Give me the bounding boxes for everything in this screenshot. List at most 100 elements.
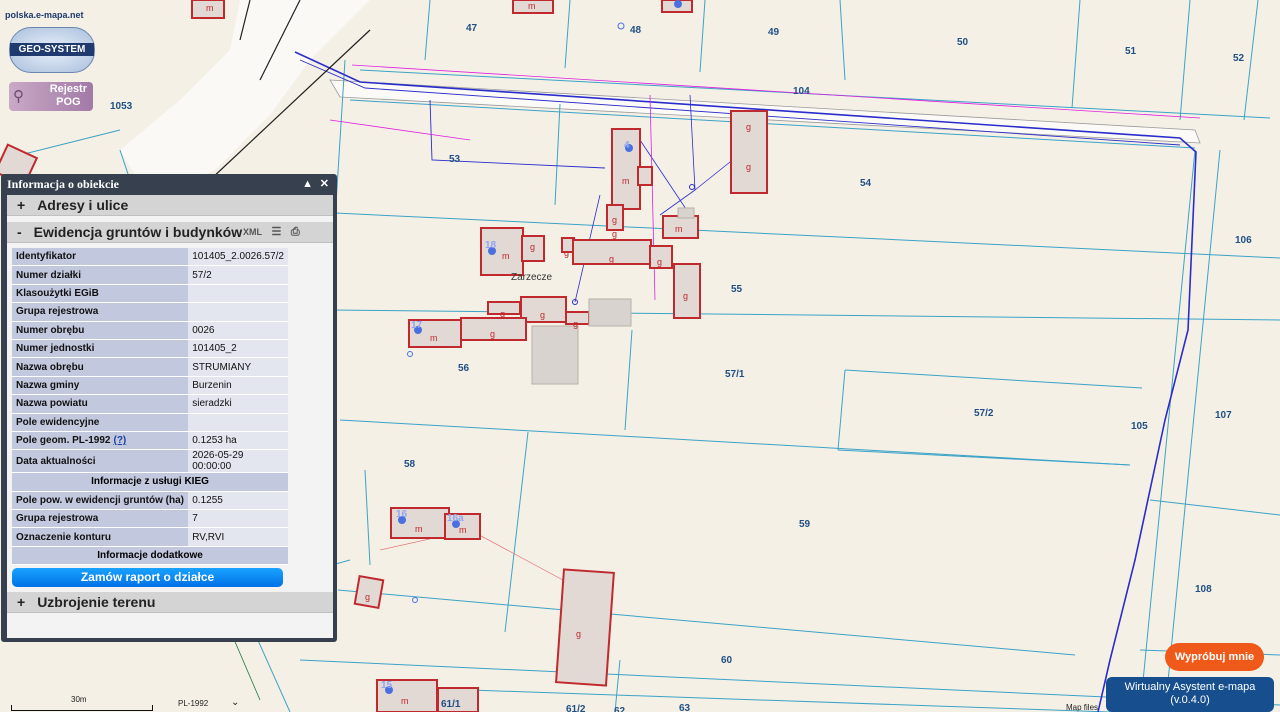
attribute-key: Numer działki: [12, 265, 189, 285]
attribute-key: Pole geom. PL-1992 (?): [12, 431, 189, 451]
panel-header: Informacja o obiekcie ▲ ✕: [7, 177, 331, 194]
parcel-label: 60: [721, 655, 733, 666]
attribute-key: Nazwa gminy: [12, 376, 189, 396]
parcel-label: 107: [1215, 410, 1232, 421]
try-me-button[interactable]: Wypróbuj mnie: [1165, 643, 1264, 671]
section-land-registry[interactable]: - Ewidencja gruntów i budynków XML ☰ ⎙: [7, 222, 333, 243]
attribute-key-text: Data aktualności: [16, 455, 96, 467]
building-type-label: g: [573, 319, 578, 329]
building-type-label: g: [746, 122, 751, 132]
attribute-key: Grupa rejestrowa: [12, 302, 189, 322]
address-number: 17: [411, 320, 423, 331]
table-row: Nazwa gminy Burzenin: [12, 376, 288, 396]
parcel-label: 105: [1131, 421, 1148, 432]
attribute-key-text: Pole geom. PL-1992: [16, 435, 111, 447]
point-symbol: [412, 597, 418, 603]
building-type-label: m: [528, 1, 536, 11]
attribute-value: [188, 413, 288, 432]
parcel-label: 57/2: [974, 408, 994, 419]
address-number: 16: [396, 509, 408, 520]
building-type-label: m: [675, 224, 683, 234]
assistant-version: (v.0.4.0): [1170, 694, 1210, 706]
building-type-label: m: [622, 176, 630, 186]
attribute-value: Burzenin: [188, 376, 288, 396]
parcel-label: 53: [449, 154, 461, 165]
attribute-key-text: Nazwa gminy: [16, 379, 80, 391]
building-type-label: g: [683, 291, 688, 301]
building-type-label: g: [657, 257, 662, 267]
attribute-key-text: Pole pow. w ewidencji gruntów (ha): [16, 494, 184, 506]
parcel-label: 63: [679, 703, 691, 712]
print-icon[interactable]: ⎙: [291, 226, 300, 238]
parcel-label: 56: [458, 363, 470, 374]
expand-icon: +: [17, 594, 26, 611]
attribute-key: Oznaczenie konturu: [12, 527, 189, 547]
attribute-value: 101405_2: [188, 339, 288, 359]
site-url: polska.e-mapa.net: [5, 10, 84, 20]
panel-title: Informacja o obiekcie: [7, 177, 119, 191]
crs-label: PL-1992: [178, 699, 209, 708]
logo-area: polska.e-mapa.net GEO-SYSTEM ⚲ Rejestr PO…: [0, 0, 98, 112]
table-row: Pole ewidencyjne: [12, 413, 288, 432]
parcel-label: 104: [793, 86, 810, 97]
attribute-key-text: Klasoużytki EGiB: [16, 287, 99, 299]
attribute-value: STRUMIANY: [188, 357, 288, 377]
attribute-key: Grupa rejestrowa: [12, 509, 189, 529]
order-report-button[interactable]: Zamów raport o działce: [12, 568, 283, 588]
scale-label: 30m: [71, 695, 87, 704]
section-addresses[interactable]: + Adresy i ulice: [7, 195, 333, 216]
brand-name: GEO-SYSTEM: [10, 43, 94, 56]
parcel-label: 47: [466, 23, 478, 34]
parcel-label: 61/2: [566, 704, 586, 712]
attribute-key-text: Identyfikator: [16, 251, 77, 263]
parcel-label: 59: [799, 519, 811, 530]
building-type-label: g: [490, 329, 495, 339]
pog-label: POG: [56, 96, 81, 108]
building-type-label: m: [502, 251, 510, 261]
parcel-label: 52: [1233, 53, 1245, 64]
attribute-value: 0.1253 ha: [188, 431, 288, 451]
map-files-link[interactable]: Map files: [1066, 703, 1098, 712]
parcel-label: 49: [768, 27, 780, 38]
address-number: 4: [624, 140, 630, 151]
table-row: Oznaczenie konturu RV,RVI: [12, 527, 288, 547]
rejestr-pog-button[interactable]: ⚲ Rejestr POG: [9, 82, 93, 111]
crs-dropdown[interactable]: ⌄: [231, 697, 239, 708]
help-link[interactable]: (?): [113, 435, 126, 446]
assistant-title: Wirtualny Asystent e-mapa: [1124, 681, 1256, 693]
parcel-label: 55: [731, 284, 743, 295]
attribute-key-text: Grupa rejestrowa: [16, 513, 99, 525]
xml-export-icon[interactable]: XML: [243, 227, 262, 237]
table-row: Klasoużytki EGiB: [12, 284, 288, 304]
geo-system-logo[interactable]: GEO-SYSTEM: [9, 27, 95, 73]
address-point-marker[interactable]: [674, 0, 682, 8]
table-row: Numer obrębu 0026: [12, 321, 288, 340]
attribute-value: RV,RVI: [188, 527, 288, 547]
parcel-label: 51: [1125, 46, 1137, 57]
point-symbol: [617, 22, 625, 30]
virtual-assistant-button[interactable]: Wirtualny Asystent e-mapa (v.0.4.0): [1106, 677, 1274, 712]
parcel-label: 106: [1235, 235, 1252, 246]
attribute-key: Identyfikator: [12, 248, 189, 267]
parcel-label: 48: [630, 25, 642, 36]
building-type-label: g: [746, 162, 751, 172]
table-row: Identyfikator 101405_2.0026.57/2: [12, 248, 288, 267]
table-row: Numer jednostki 101405_2: [12, 339, 288, 359]
attribute-value: [188, 284, 288, 304]
attribute-value: [188, 302, 288, 322]
table-header-row: Informacje z usługi KIEG: [12, 472, 288, 492]
section-utilities[interactable]: + Uzbrojenie terenu: [7, 592, 333, 614]
table-row: Numer działki 57/2: [12, 265, 288, 285]
collapse-icon[interactable]: ▲: [302, 178, 313, 190]
close-icon[interactable]: ✕: [320, 178, 329, 190]
attribute-key: Nazwa obrębu: [12, 357, 189, 377]
locality-label: Zarzecze: [511, 272, 553, 283]
table-row: Pole geom. PL-1992 (?) 0.1253 ha: [12, 431, 288, 451]
attribute-value: 2026-05-29 00:00:00: [188, 449, 288, 474]
object-info-panel: Informacja o obiekcie ▲ ✕ + Adresy i ulic…: [1, 174, 337, 642]
list-icon[interactable]: ☰: [272, 226, 282, 238]
table-row: Nazwa powiatu sieradzki: [12, 394, 288, 414]
attribute-key-text: Oznaczenie konturu: [16, 531, 112, 543]
attribute-key-text: Nazwa obrębu: [16, 361, 84, 373]
kieg-header: Informacje z usługi KIEG: [12, 472, 288, 492]
